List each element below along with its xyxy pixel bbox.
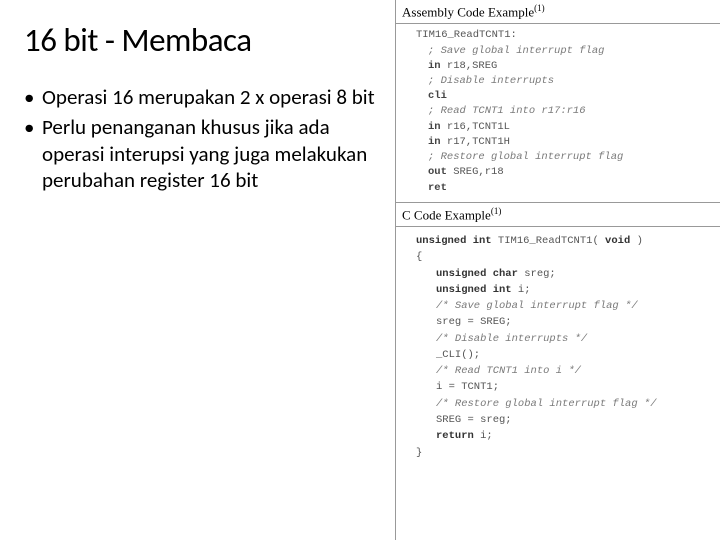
- c-decl: unsigned char sreg;: [396, 266, 720, 282]
- asm-line: in r16,TCNT1L: [396, 120, 720, 135]
- c-comment: /* Save global interrupt flag */: [396, 298, 720, 314]
- asm-code-body: TIM16_ReadTCNT1: ; Save global interrupt…: [396, 24, 720, 201]
- c-header-text: C Code Example: [402, 207, 491, 222]
- asm-line: ; Restore global interrupt flag: [396, 150, 720, 165]
- bullet-list: Operasi 16 merupakan 2 x operasi 8 bit P…: [24, 84, 385, 193]
- asm-line: ret: [396, 181, 720, 196]
- c-stmt: _CLI();: [396, 347, 720, 363]
- asm-line: ; Read TCNT1 into r17:r16: [396, 104, 720, 119]
- c-signature: unsigned int TIM16_ReadTCNT1( void ): [396, 233, 720, 249]
- slide-title: 16 bit - Membaca: [24, 20, 385, 60]
- c-stmt: i = TCNT1;: [396, 379, 720, 395]
- c-header-sup: (1): [491, 206, 502, 216]
- c-decl: unsigned int i;: [396, 282, 720, 298]
- c-stmt: SREG = sreg;: [396, 412, 720, 428]
- code-panel: Assembly Code Example(1) TIM16_ReadTCNT1…: [395, 0, 720, 540]
- c-return: return i;: [396, 428, 720, 444]
- asm-label: TIM16_ReadTCNT1:: [396, 28, 720, 43]
- c-brace-open: {: [396, 249, 720, 265]
- c-comment: /* Disable interrupts */: [396, 331, 720, 347]
- c-code-body: unsigned int TIM16_ReadTCNT1( void ) { u…: [396, 227, 720, 467]
- asm-line: cli: [396, 89, 720, 104]
- asm-line: in r18,SREG: [396, 59, 720, 74]
- c-brace-close: }: [396, 445, 720, 461]
- asm-header-text: Assembly Code Example: [402, 4, 534, 19]
- asm-line: out SREG,r18: [396, 165, 720, 180]
- asm-header-sup: (1): [534, 3, 545, 13]
- asm-line: in r17,TCNT1H: [396, 135, 720, 150]
- asm-header: Assembly Code Example(1): [396, 0, 720, 24]
- c-header: C Code Example(1): [396, 202, 720, 227]
- bullet-item: Perlu penanganan khusus jika ada operasi…: [24, 114, 385, 193]
- c-comment: /* Read TCNT1 into i */: [396, 363, 720, 379]
- asm-line: ; Save global interrupt flag: [396, 44, 720, 59]
- c-stmt: sreg = SREG;: [396, 314, 720, 330]
- asm-line: ; Disable interrupts: [396, 74, 720, 89]
- slide-text-panel: 16 bit - Membaca Operasi 16 merupakan 2 …: [0, 0, 395, 540]
- c-comment: /* Restore global interrupt flag */: [396, 396, 720, 412]
- bullet-item: Operasi 16 merupakan 2 x operasi 8 bit: [24, 84, 385, 110]
